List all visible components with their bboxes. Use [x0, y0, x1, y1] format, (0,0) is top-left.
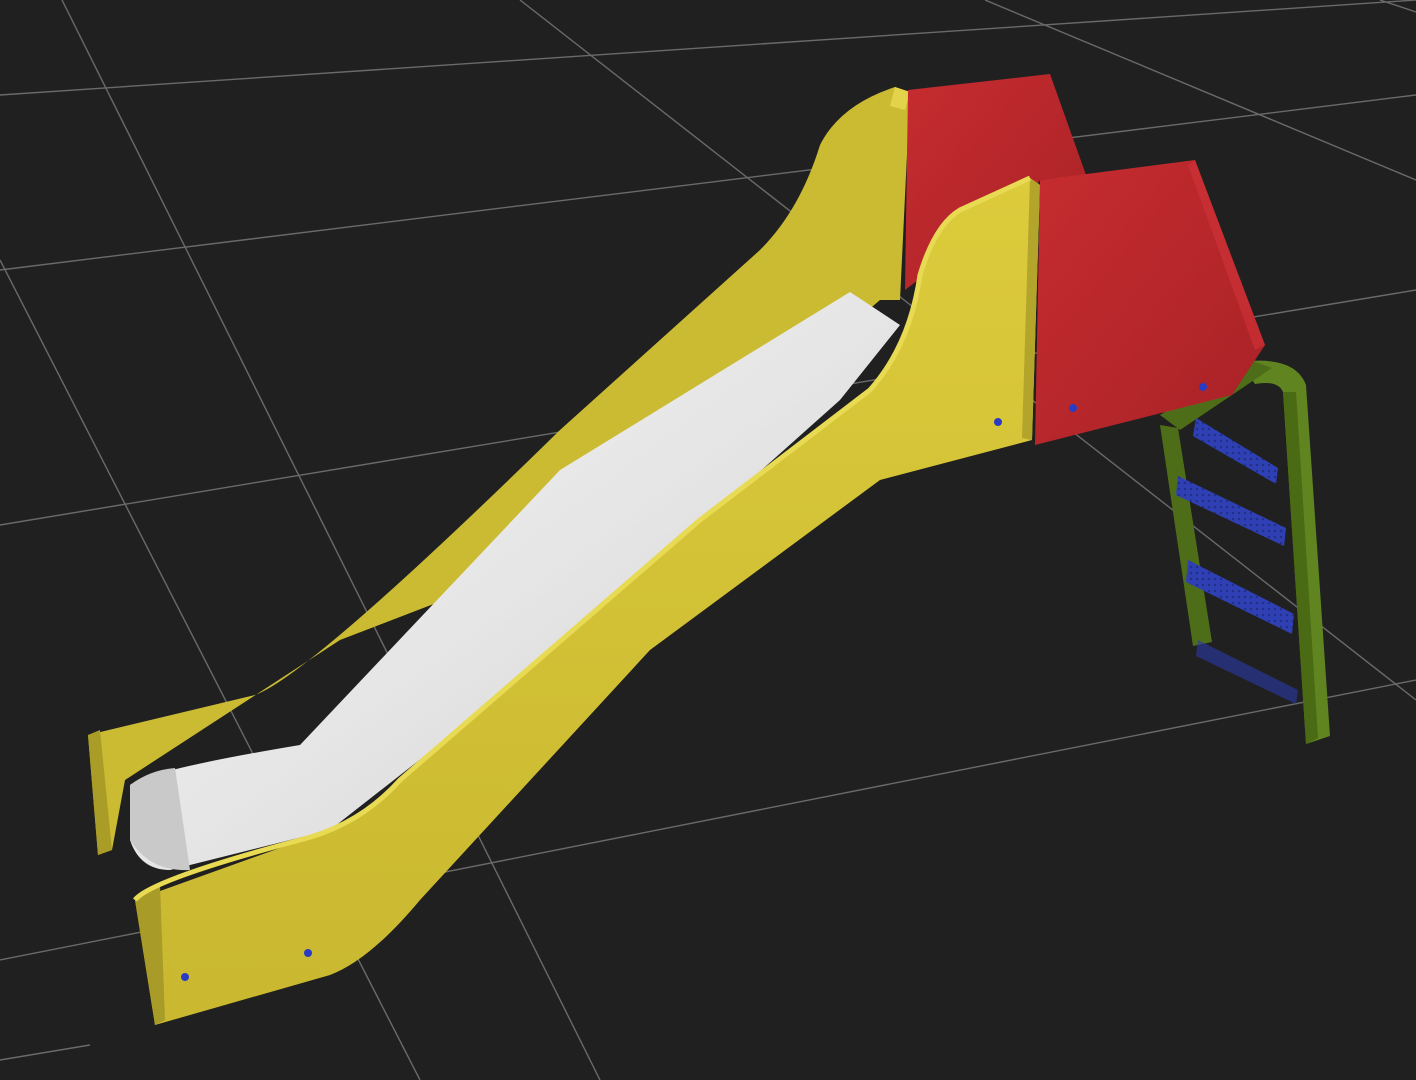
ladder-rung: [1196, 640, 1298, 704]
bolt: [1199, 383, 1207, 391]
ladder-rail-left: [1160, 425, 1212, 646]
grid-line: [0, 1044, 91, 1061]
ladder-rung: [1193, 418, 1278, 484]
scene-canvas[interactable]: [0, 0, 1416, 1080]
bolt: [304, 949, 312, 957]
bolt: [1069, 404, 1077, 412]
ladder: [1160, 360, 1330, 744]
bolt: [181, 973, 189, 981]
3d-viewport[interactable]: [0, 0, 1416, 1080]
guard-panel-front: [1035, 160, 1265, 445]
grid-line: [0, 0, 1416, 96]
bolt: [994, 418, 1002, 426]
